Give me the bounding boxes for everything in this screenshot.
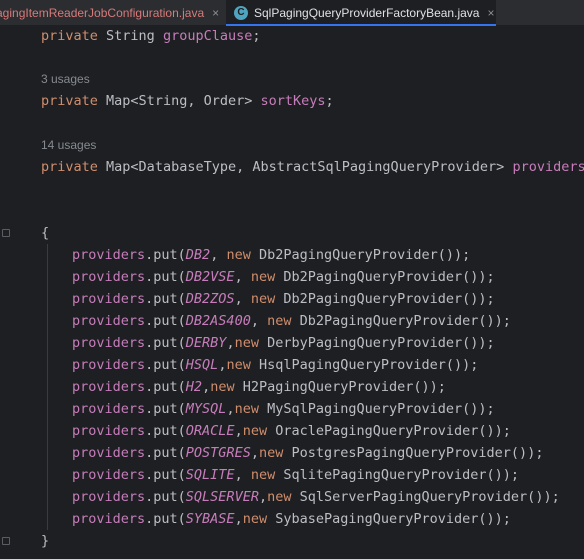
fold-icon[interactable]: [2, 229, 10, 237]
code-line-provider-put: providers.put(DB2, new Db2PagingQueryPro…: [72, 247, 471, 263]
code-line-open-brace: {: [41, 225, 50, 241]
close-icon[interactable]: ×: [487, 6, 494, 20]
tab-paging-item-reader-job-configuration[interactable]: agingItemReaderJobConfiguration.java ×: [0, 0, 219, 25]
code-line-provider-put: providers.put(ORACLE,new OraclePagingQue…: [72, 423, 511, 439]
code-line-provider-put: providers.put(DB2AS400, new Db2PagingQue…: [72, 313, 511, 329]
code-line-group-clause: private String groupClause;: [41, 28, 261, 44]
code-line-providers: private Map<DatabaseType, AbstractSqlPag…: [41, 159, 584, 175]
code-line-provider-put: providers.put(POSTGRES,new PostgresPagin…: [72, 445, 544, 461]
usages-hint[interactable]: 14 usages: [41, 138, 96, 152]
code-line-provider-put: providers.put(DERBY,new DerbyPagingQuery…: [72, 335, 495, 351]
code-line-provider-put: providers.put(DB2VSE, new Db2PagingQuery…: [72, 269, 495, 285]
tab-label: SqlPagingQueryProviderFactoryBean.java: [254, 5, 480, 20]
usages-hint[interactable]: 3 usages: [41, 72, 90, 86]
tab-sql-paging-query-provider-factory-bean[interactable]: C SqlPagingQueryProviderFactoryBean.java…: [226, 0, 496, 26]
fold-icon[interactable]: [2, 537, 10, 545]
code-line-provider-put: providers.put(HSQL,new HsqlPagingQueryPr…: [72, 357, 479, 373]
code-line-provider-put: providers.put(MYSQL,new MySqlPagingQuery…: [72, 401, 495, 417]
java-class-icon: C: [234, 5, 248, 20]
code-line-provider-put: providers.put(SQLITE, new SqlitePagingQu…: [72, 467, 520, 483]
code-editor[interactable]: private String groupClause; 3 usages pri…: [0, 26, 584, 559]
code-line-provider-put: providers.put(DB2ZOS, new Db2PagingQuery…: [72, 291, 495, 307]
editor-tab-bar: agingItemReaderJobConfiguration.java × C…: [0, 0, 584, 26]
code-line-sort-keys: private Map<String, Order> sortKeys;: [41, 93, 334, 109]
code-line-provider-put: providers.put(SYBASE,new SybasePagingQue…: [72, 511, 511, 527]
code-line-provider-put: providers.put(SQLSERVER,new SqlServerPag…: [72, 489, 560, 505]
tab-label: agingItemReaderJobConfiguration.java: [0, 5, 205, 20]
code-line-close-brace: }: [41, 533, 50, 549]
close-icon[interactable]: ×: [212, 6, 219, 20]
code-line-provider-put: providers.put(H2,new H2PagingQueryProvid…: [72, 379, 446, 395]
indent-guide: [47, 244, 48, 530]
